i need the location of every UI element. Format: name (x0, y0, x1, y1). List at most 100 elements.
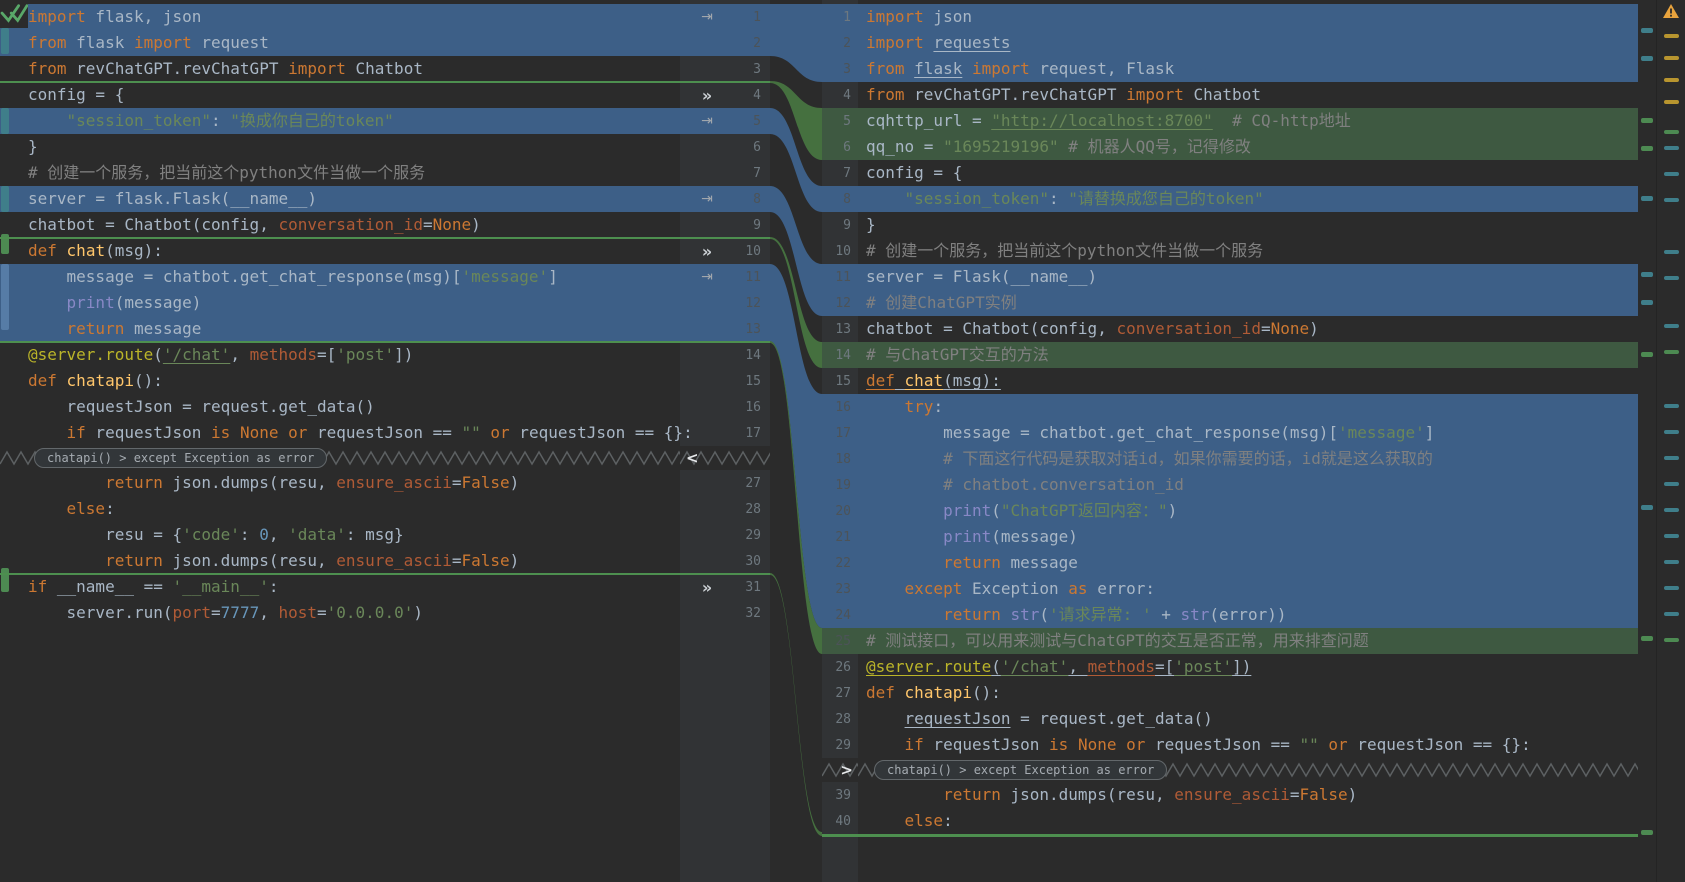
code-token: "session_token" (66, 111, 212, 130)
fold-chevron-icon[interactable]: » (694, 578, 720, 597)
change-stripe-mark[interactable] (1664, 250, 1679, 254)
line-number: 18 (835, 451, 851, 467)
line-number: 32 (745, 605, 761, 621)
change-stripe-mark[interactable] (1, 108, 9, 134)
apply-change-icon[interactable]: ⇥ (694, 269, 720, 285)
change-stripe-mark[interactable] (1664, 324, 1679, 328)
code-token: (): (971, 683, 1001, 702)
line-number: 29 (835, 737, 851, 753)
folded-region-label[interactable]: chatapi() > except Exception as error (874, 760, 1168, 780)
line-number: 16 (835, 399, 851, 415)
change-stripe-mark[interactable] (1641, 505, 1653, 510)
change-stripe-mark[interactable] (1664, 276, 1679, 280)
code-token: , (230, 345, 250, 364)
code-token: ) (1309, 319, 1319, 338)
gutter-cell: 15 (822, 368, 858, 394)
change-stripe-mark[interactable] (1, 568, 9, 592)
inspections-status-box[interactable] (0, 0, 28, 28)
change-stripe-mark[interactable] (1664, 508, 1679, 512)
change-stripe-mark[interactable] (1641, 56, 1653, 61)
code-token: + (1151, 605, 1181, 624)
apply-change-icon[interactable]: ⇥ (694, 113, 720, 129)
code-token: error: (1087, 579, 1155, 598)
change-stripe-mark[interactable] (1664, 198, 1679, 202)
code-token: ( (1039, 605, 1050, 624)
change-stripe-mark[interactable] (1641, 28, 1653, 33)
fold-chevron-icon[interactable]: » (694, 86, 720, 105)
line-number: 7 (843, 165, 851, 181)
code-token: "1695219196" (943, 137, 1059, 156)
change-stripe-mark[interactable] (1664, 404, 1679, 408)
code-token: chatapi (904, 683, 972, 702)
change-stripe-mark[interactable] (1641, 352, 1653, 357)
gutter-cell: 4 (822, 82, 858, 108)
change-stripe-mark[interactable] (1664, 586, 1679, 590)
change-stripe-mark[interactable] (1664, 172, 1679, 176)
code-line: import json (858, 4, 1638, 30)
change-stripe-mark[interactable] (1664, 456, 1679, 460)
change-stripe-mark[interactable] (1, 234, 9, 254)
right-code-column: import json import requests from flask imp… (858, 0, 1638, 882)
line-number: 17 (745, 425, 761, 441)
change-stripe-mark[interactable] (1664, 612, 1679, 616)
fold-chevron-icon[interactable]: » (694, 242, 720, 261)
change-stripe-mark[interactable] (1664, 100, 1679, 104)
warning-triangle-icon[interactable] (1662, 3, 1680, 19)
change-stripe-mark[interactable] (1, 264, 9, 330)
expand-fold-icon[interactable]: > (840, 761, 853, 779)
change-stripe-mark[interactable] (1664, 146, 1679, 150)
code-token: ] (1424, 423, 1435, 442)
change-stripe-mark[interactable] (1641, 636, 1653, 641)
change-stripe-mark[interactable] (1664, 130, 1679, 134)
change-stripe-mark[interactable] (1, 28, 9, 54)
code-token: return (105, 551, 163, 570)
change-stripe-mark[interactable] (1664, 534, 1679, 538)
right-scroll-stripe[interactable] (1638, 0, 1656, 882)
apply-change-icon[interactable]: ⇥ (694, 191, 720, 207)
code-token: "ChatGPT返回内容：" (1000, 501, 1168, 520)
line-number: 2 (753, 35, 761, 51)
code-token: as (1068, 579, 1088, 598)
change-stripe-mark[interactable] (1664, 78, 1679, 82)
gutter-cell: 14 (680, 342, 770, 368)
change-stripe-mark[interactable] (1641, 830, 1653, 835)
change-stripe-mark[interactable] (1641, 196, 1653, 201)
gutter-cell: 22 (822, 550, 858, 576)
change-stripe-mark[interactable] (1641, 272, 1653, 277)
change-stripe-mark[interactable] (1664, 56, 1679, 60)
expand-fold-icon[interactable]: < (686, 449, 699, 467)
change-stripe-mark[interactable] (1664, 482, 1679, 486)
gutter-cell: ⇥ 5 (680, 108, 770, 134)
apply-change-icon[interactable]: ⇥ (694, 9, 720, 25)
change-stripe-mark[interactable] (1, 186, 9, 212)
gutter-cell: 18 (822, 446, 858, 472)
code-token: chatbot = Chatbot(config, (28, 215, 279, 234)
change-stripe-mark[interactable] (1664, 638, 1679, 642)
change-stripe-mark[interactable] (1641, 146, 1653, 151)
gutter-cell: 29 (680, 522, 770, 548)
error-stripe[interactable] (1656, 0, 1685, 882)
code-token: "" (1299, 735, 1319, 754)
change-stripe-mark[interactable] (1664, 560, 1679, 564)
folded-region-label[interactable]: chatapi() > except Exception as error (34, 448, 328, 468)
change-stripe-mark[interactable] (1641, 300, 1653, 305)
code-token: def (28, 371, 57, 390)
code-line: if requestJson is None or requestJson ==… (0, 420, 693, 446)
code-token: : (211, 111, 231, 130)
code-token: is (211, 423, 231, 442)
change-stripe-mark[interactable] (1664, 34, 1679, 38)
line-number: 3 (753, 61, 761, 77)
change-stripe-mark[interactable] (1664, 350, 1679, 354)
change-stripe-mark[interactable] (1641, 118, 1653, 123)
code-token: requestJson (85, 423, 212, 442)
inspections-passed-icon[interactable] (0, 2, 28, 26)
gutter-cell: » 4 (680, 82, 770, 108)
code-token: try (904, 397, 934, 416)
change-stripe-mark[interactable] (1664, 430, 1679, 434)
